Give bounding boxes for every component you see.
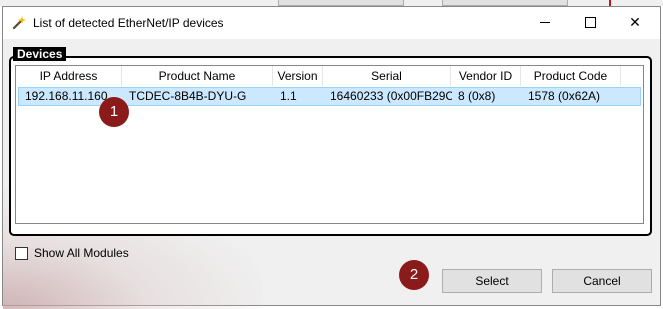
devices-groupbox: IP Address Product Name Version Serial V… bbox=[9, 56, 652, 236]
cell-serial: 16460233 (0x00FB29C9) bbox=[330, 89, 452, 103]
annotation-marker-2: 2 bbox=[399, 260, 429, 290]
maximize-button[interactable] bbox=[567, 7, 613, 38]
column-header-ip-address[interactable]: IP Address bbox=[16, 66, 122, 86]
column-header-product-name[interactable]: Product Name bbox=[122, 66, 273, 86]
listview-header: IP Address Product Name Version Serial V… bbox=[16, 66, 643, 86]
column-header-vendor-id[interactable]: Vendor ID bbox=[451, 66, 521, 86]
close-icon: ✕ bbox=[629, 14, 641, 30]
annotation-marker-1: 1 bbox=[99, 97, 129, 127]
column-header-serial[interactable]: Serial bbox=[323, 66, 451, 86]
minimize-button[interactable] bbox=[522, 7, 568, 38]
window-title: List of detected EtherNet/IP devices bbox=[33, 16, 224, 30]
app-wand-icon bbox=[12, 16, 26, 30]
column-header-product-code[interactable]: Product Code bbox=[521, 66, 621, 86]
maximize-icon bbox=[584, 17, 596, 28]
devices-listview[interactable]: IP Address Product Name Version Serial V… bbox=[15, 65, 644, 224]
cancel-button[interactable]: Cancel bbox=[552, 269, 652, 293]
checkbox-label: Show All Modules bbox=[34, 246, 129, 260]
cell-vendor-id: 8 (0x8) bbox=[458, 89, 496, 103]
cell-product-name: TCDEC-8B4B-DYU-G bbox=[129, 89, 247, 103]
devices-dialog: List of detected EtherNet/IP devices ✕ I… bbox=[2, 6, 661, 309]
dialog-client-area: IP Address Product Name Version Serial V… bbox=[3, 39, 660, 309]
title-bar: List of detected EtherNet/IP devices ✕ bbox=[3, 7, 660, 39]
cell-product-code: 1578 (0x62A) bbox=[528, 89, 601, 103]
minimize-icon bbox=[540, 22, 550, 23]
show-all-modules-checkbox[interactable]: Show All Modules bbox=[15, 246, 129, 260]
close-button[interactable]: ✕ bbox=[612, 7, 658, 38]
select-button[interactable]: Select bbox=[442, 269, 542, 293]
checkbox-box[interactable] bbox=[15, 246, 28, 260]
groupbox-label: Devices bbox=[13, 47, 67, 61]
cell-version: 1.1 bbox=[280, 89, 297, 103]
column-header-version[interactable]: Version bbox=[273, 66, 323, 86]
